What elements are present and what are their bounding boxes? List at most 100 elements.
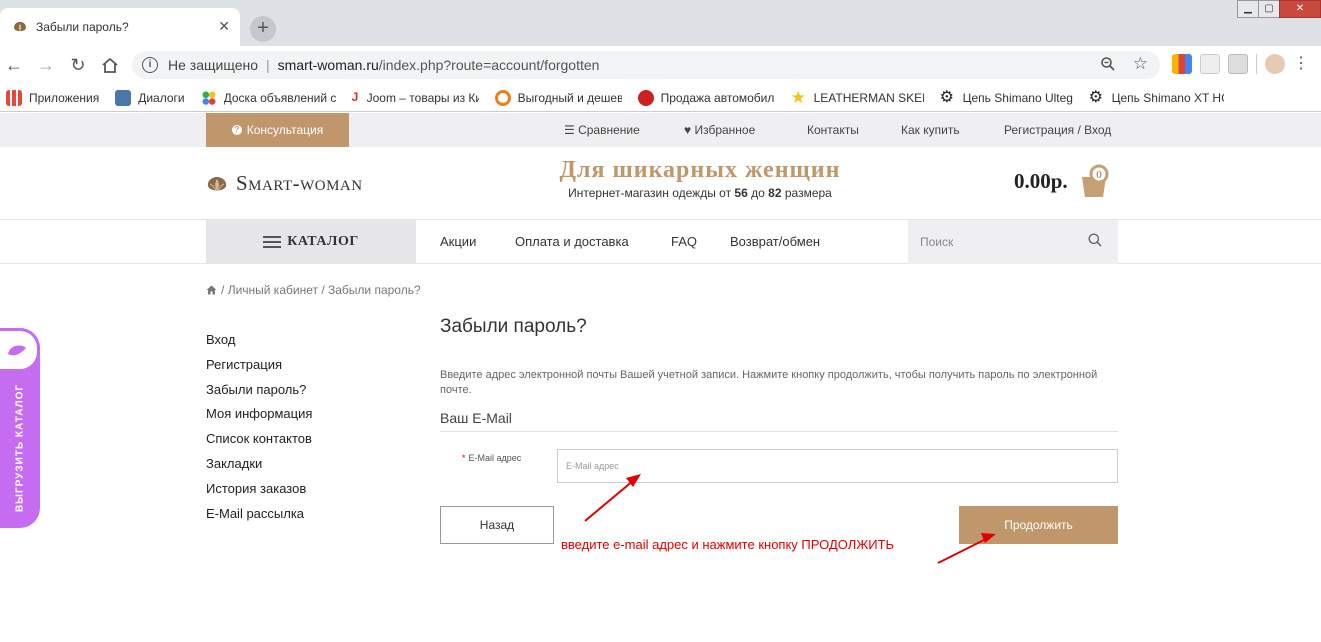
menu-dots-icon[interactable]: ⋮: [1293, 54, 1309, 74]
subslogan-prefix: Интернет-магазин одежды от: [568, 186, 732, 200]
catalog-button[interactable]: КАТАЛОГ: [206, 220, 416, 264]
shopping-bag-icon: 0: [1081, 164, 1109, 197]
forward-arrow-icon[interactable]: →: [36, 55, 56, 76]
extensions-bar: ⋮: [1172, 54, 1309, 74]
new-tab-button[interactable]: +: [250, 16, 276, 42]
breadcrumb-account[interactable]: Личный кабинет: [228, 283, 318, 297]
window-controls: ▁ ▢ ✕: [1237, 0, 1321, 22]
browser-tab-active[interactable]: Забыли пароль? ✕: [0, 8, 240, 46]
url-separator: |: [266, 57, 270, 73]
car-sale-icon: [637, 89, 654, 106]
bookmark-item[interactable]: ⚙ Цепь Shimano XT HG: [1088, 88, 1224, 106]
logo-text: Smart-woman: [236, 171, 363, 195]
subslogan-suffix: размера: [784, 186, 832, 200]
bookmark-star-icon[interactable]: ☆: [1133, 54, 1148, 74]
bookmark-item[interactable]: Диалоги: [115, 89, 185, 106]
continue-button[interactable]: Продолжить: [959, 506, 1118, 544]
cart-amount: 0.00р.: [1014, 168, 1068, 193]
favorites-link[interactable]: ♥ Избранное: [684, 123, 755, 137]
tab-title: Забыли пароль?: [36, 20, 129, 34]
contacts-link[interactable]: Контакты: [807, 123, 859, 137]
bookmark-item[interactable]: Доска объявлений с: [200, 89, 336, 106]
size-to: 82: [768, 186, 782, 200]
extension-analytics-icon[interactable]: [1172, 54, 1192, 74]
breadcrumb-current[interactable]: Забыли пароль?: [328, 283, 421, 297]
cart-button[interactable]: 0.00р. 0: [1014, 163, 1112, 199]
extension-search-icon[interactable]: [1200, 54, 1220, 74]
sidebar-item-login[interactable]: Вход: [206, 330, 312, 355]
site-topbar: ? Консультация ☰ Сравнение ♥ Избранное К…: [0, 113, 1321, 147]
compare-label: Сравнение: [578, 123, 640, 137]
site-logo-icon: [14, 21, 26, 32]
menu-promotions[interactable]: Акции: [440, 234, 476, 249]
tab-close-icon[interactable]: ✕: [218, 18, 230, 35]
rose-logo-icon: [207, 176, 227, 190]
how-to-buy-link[interactable]: Как купить: [901, 123, 960, 137]
breadcrumb: / Личный кабинет / Забыли пароль?: [206, 283, 421, 297]
register-login-link[interactable]: Регистрация / Вход: [1004, 123, 1111, 137]
cart-count: 0: [1096, 169, 1102, 181]
minimize-button[interactable]: ▁: [1237, 0, 1259, 18]
search-icon[interactable]: [1088, 233, 1102, 247]
bookmark-label: Цепь Shimano Ulteg: [962, 90, 1073, 105]
gear-icon: ⚙: [1088, 88, 1103, 106]
site-logo[interactable]: Smart-woman: [206, 171, 363, 196]
zoom-icon[interactable]: [1100, 56, 1116, 72]
search-box[interactable]: Поиск: [908, 220, 1118, 264]
consultation-button[interactable]: ? Консультация: [206, 113, 349, 147]
sidebar-item-register[interactable]: Регистрация: [206, 355, 312, 380]
form-description: Введите адрес электронной почты Вашей уч…: [440, 369, 1098, 396]
bookmark-label: Joom – товары из Ки: [366, 90, 479, 105]
sidebar-item-order-history[interactable]: История заказов: [206, 479, 312, 504]
instruction-annotation: введите e-mail адрес и нажмите кнопку ПР…: [561, 537, 895, 552]
back-button[interactable]: Назад: [440, 506, 554, 544]
home-icon[interactable]: [206, 285, 217, 295]
compare-icon: ☰: [564, 123, 579, 137]
apps-grid-icon: [6, 89, 22, 106]
profile-avatar[interactable]: [1265, 54, 1285, 74]
url-domain: smart-woman.ru: [277, 57, 379, 73]
breadcrumb-separator: /: [321, 283, 325, 297]
email-input[interactable]: [557, 449, 1118, 483]
sidebar-item-newsletter[interactable]: E-Mail рассылка: [206, 504, 312, 529]
back-arrow-icon[interactable]: ←: [4, 55, 24, 76]
maximize-button[interactable]: ▢: [1258, 0, 1280, 18]
bookmark-item[interactable]: ⚙ Цепь Shimano Ulteg: [940, 89, 1073, 106]
slogan: Для шикарных женщин Интернет-магазин оде…: [500, 157, 900, 200]
bookmark-label: LEATHERMAN SKELE: [813, 90, 924, 105]
reload-icon[interactable]: ↻: [68, 55, 88, 76]
home-icon[interactable]: [100, 57, 120, 73]
menu-payment-delivery[interactable]: Оплата и доставка: [515, 234, 629, 249]
toolbar-divider: [1256, 54, 1257, 74]
email-label: * E-Mail адрес: [462, 453, 521, 463]
compare-link[interactable]: ☰ Сравнение: [564, 123, 640, 137]
bookmark-item[interactable]: ★ LEATHERMAN SKELE: [791, 89, 924, 106]
info-icon[interactable]: i: [142, 57, 158, 73]
url-path: /index.php?route=account/forgotten: [378, 57, 600, 73]
sidebar-item-forgotten[interactable]: Забыли пароль?: [206, 380, 312, 405]
sidebar-item-bookmarks[interactable]: Закладки: [206, 454, 312, 479]
hamburger-icon: [263, 236, 282, 248]
consultation-label: Консультация: [246, 123, 324, 137]
bookmark-item[interactable]: Выгодный и дешевы: [494, 89, 622, 106]
bookmark-item[interactable]: Продажа автомобил: [637, 89, 775, 106]
form-legend: Ваш E-Mail: [440, 410, 1118, 432]
size-from: 56: [734, 186, 748, 200]
slogan-title: Для шикарных женщин: [559, 157, 841, 183]
leaf-icon: [8, 345, 26, 356]
address-bar[interactable]: i Не защищено | smart-woman.ru/index.php…: [132, 51, 1160, 79]
menu-faq[interactable]: FAQ: [671, 234, 697, 249]
sidebar-item-contacts[interactable]: Список контактов: [206, 429, 312, 454]
menu-returns[interactable]: Возврат/обмен: [730, 234, 820, 249]
window-close-button[interactable]: ✕: [1279, 0, 1321, 18]
sidebar-item-my-info[interactable]: Моя информация: [206, 404, 312, 429]
extension-mail-icon[interactable]: [1228, 54, 1248, 74]
download-catalog-widget[interactable]: ВЫГРУЗИТЬ КАТАЛОГ: [0, 328, 40, 528]
url-text: smart-woman.ru/index.php?route=account/f…: [278, 57, 600, 73]
bookmark-apps[interactable]: Приложения: [6, 89, 99, 106]
bookmark-label: Диалоги: [138, 90, 185, 105]
bookmark-item[interactable]: J Joom – товары из Ки: [352, 90, 479, 106]
subslogan-mid: до: [751, 186, 765, 200]
browser-tabstrip: Забыли пароль? ✕ + ▁ ▢ ✕: [0, 0, 1321, 46]
bookmark-label: Цепь Shimano XT HG: [1111, 90, 1224, 105]
